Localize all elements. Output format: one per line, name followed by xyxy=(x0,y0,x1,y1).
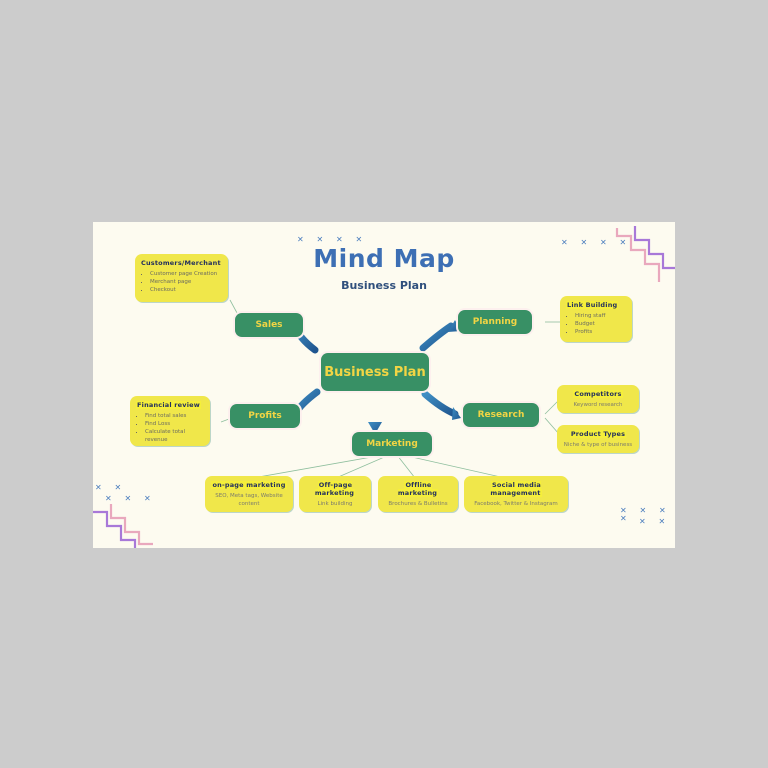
x-cluster-bottom-left-top: ✕ ✕ xyxy=(95,483,127,492)
node-sales-label: Sales xyxy=(255,320,283,330)
arrowhead-research xyxy=(452,407,461,420)
node-sales[interactable]: Sales xyxy=(235,313,303,337)
node-planning[interactable]: Planning xyxy=(458,310,532,334)
card-competitors-body: Keyword research xyxy=(573,402,623,408)
card-off-page-marketing-body: Link building xyxy=(317,501,353,507)
zigzag-purple-bottom-left xyxy=(93,510,137,548)
card-financial-review-list: Find total sales Find Loss Calculate tot… xyxy=(136,412,204,444)
node-planning-label: Planning xyxy=(472,317,518,327)
x-cluster-title-top: ✕ ✕ ✕ ✕ xyxy=(297,235,368,244)
node-marketing-label: Marketing xyxy=(366,439,418,449)
card-product-types-header: Product Types xyxy=(569,430,627,438)
card-financial-review-header: Financial review xyxy=(136,401,201,409)
connector-marketing-offline xyxy=(396,454,416,479)
card-link-building-list: Hiring staff Budget Profits xyxy=(566,312,626,336)
node-business-plan-label: Business Plan xyxy=(324,364,426,380)
card-on-page-marketing[interactable]: on-page marketing SEO, Meta tags, Websit… xyxy=(205,476,293,512)
card-offline-marketing-header: Offline marketing xyxy=(397,481,439,497)
card-customers-merchant[interactable]: Customers/Merchant Customer page Creatio… xyxy=(135,254,228,302)
connector-marketing-offpage xyxy=(335,454,390,479)
card-social-media-management-body: Facebook, Twitter & Instagram xyxy=(474,501,558,507)
node-research-label: Research xyxy=(477,410,525,420)
connector-marketing-social xyxy=(402,454,506,479)
list-item: Checkout xyxy=(150,286,222,294)
card-offline-marketing-body: Brochures & Bulletins xyxy=(388,501,448,507)
card-financial-review[interactable]: Financial review Find total sales Find L… xyxy=(130,396,210,446)
card-offline-marketing[interactable]: Offline marketing Brochures & Bulletins xyxy=(378,476,458,512)
node-profits-label: Profits xyxy=(248,411,282,421)
card-customers-merchant-list: Customer page Creation Merchant page Che… xyxy=(141,270,222,294)
node-research[interactable]: Research xyxy=(463,403,539,427)
list-item: Find Loss xyxy=(145,420,204,428)
node-profits[interactable]: Profits xyxy=(230,404,300,428)
x-cluster-bottom-right-bottom: ✕ ✕ xyxy=(639,517,671,526)
card-off-page-marketing[interactable]: Off-page marketing Link building xyxy=(299,476,371,512)
card-social-media-management[interactable]: Social media management Facebook, Twitte… xyxy=(464,476,568,512)
arrow-to-planning xyxy=(419,322,455,352)
node-marketing[interactable]: Marketing xyxy=(352,432,432,456)
list-item: Find total sales xyxy=(145,412,204,420)
card-off-page-marketing-header: Off-page marketing xyxy=(314,481,356,497)
card-link-building-header: Link Building xyxy=(566,301,619,309)
list-item: Profits xyxy=(575,328,626,336)
list-item: Merchant page xyxy=(150,278,222,286)
connector-marketing-onpage xyxy=(252,454,384,479)
list-item: Budget xyxy=(575,320,626,328)
card-on-page-marketing-header: on-page marketing xyxy=(211,481,287,489)
arrow-to-research xyxy=(421,390,459,418)
card-on-page-marketing-body: SEO, Meta tags, Website content xyxy=(215,493,283,507)
card-product-types-body: Niche & type of business xyxy=(563,442,633,448)
x-cluster-bottom-left-bottom: ✕ ✕ ✕ xyxy=(105,494,156,503)
list-item: Calculate total revenue xyxy=(145,428,204,444)
list-item: Customer page Creation xyxy=(150,270,222,278)
card-customers-merchant-header: Customers/Merchant xyxy=(141,259,221,267)
node-business-plan[interactable]: Business Plan xyxy=(321,353,429,391)
card-product-types[interactable]: Product Types Niche & type of business xyxy=(557,425,639,453)
zigzag-pink-bottom-left xyxy=(109,504,153,546)
slide-canvas: ✕ ✕ ✕ ✕ ✕ ✕ ✕ ✕ ✕ ✕ ✕ ✕ ✕ ✕ ✕ ✕ ✕ ✕ ✕ Mi… xyxy=(93,222,675,548)
card-social-media-management-header: Social media management xyxy=(490,481,542,497)
card-link-building[interactable]: Link Building Hiring staff Budget Profit… xyxy=(560,296,632,342)
card-competitors[interactable]: Competitors Keyword research xyxy=(557,385,639,413)
card-competitors-header: Competitors xyxy=(573,390,623,398)
list-item: Hiring staff xyxy=(575,312,626,320)
